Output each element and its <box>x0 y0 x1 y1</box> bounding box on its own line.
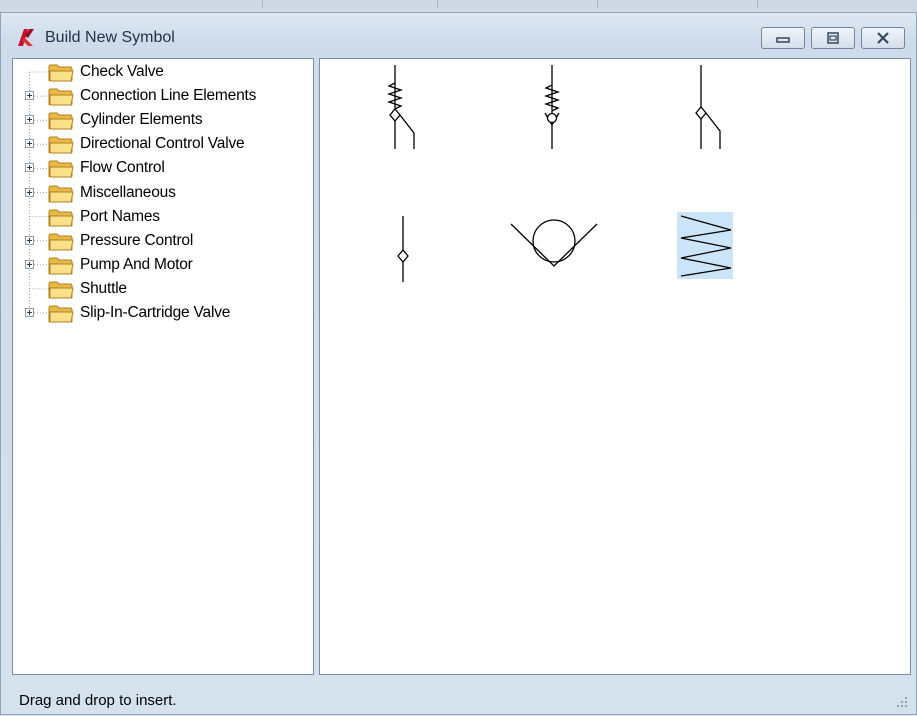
expand-icon[interactable] <box>25 235 34 245</box>
folder-icon <box>48 209 74 227</box>
tree-item[interactable]: Slip-In-Cartridge Valve <box>13 302 313 324</box>
expand-icon[interactable] <box>25 308 34 317</box>
title-bar[interactable]: Build New Symbol <box>1 13 916 55</box>
expand-icon[interactable] <box>25 259 34 269</box>
tree-item-label: Flow Control <box>80 159 165 177</box>
tree-item-label: Port Names <box>80 207 160 225</box>
expand-icon[interactable] <box>25 91 34 101</box>
tree-item[interactable]: Directional Control Valve <box>13 133 313 155</box>
resize-grip-icon[interactable] <box>896 696 908 708</box>
tree-item[interactable]: Shuttle <box>13 278 313 300</box>
maximize-icon <box>827 32 839 44</box>
tree-item-label: Miscellaneous <box>80 183 176 201</box>
check-valve-seat-icon[interactable] <box>507 214 601 276</box>
autodesk-logo-icon <box>18 29 34 46</box>
folder-icon <box>48 281 74 299</box>
tree-item-label: Check Valve <box>80 63 164 80</box>
folder-icon <box>48 88 74 106</box>
tree-item-label: Slip-In-Cartridge Valve <box>80 304 231 321</box>
folder-icon <box>48 160 74 178</box>
tree-item[interactable]: Pump And Motor <box>13 254 313 276</box>
folder-icon <box>48 112 74 130</box>
maximize-button[interactable] <box>811 27 855 49</box>
tree-item-label: Pump And Motor <box>80 255 193 273</box>
tree-item[interactable]: Port Names <box>13 206 313 228</box>
check-valve-with-line-icon[interactable] <box>686 63 730 153</box>
expand-icon[interactable] <box>25 163 34 173</box>
symbol-category-tree[interactable]: Check Valve Connection Line Elements Cylin… <box>12 58 314 675</box>
close-icon <box>877 32 889 44</box>
folder-icon <box>48 305 74 323</box>
tree-item[interactable]: Miscellaneous <box>13 182 313 204</box>
tree-item[interactable]: Cylinder Elements <box>13 109 313 131</box>
spring-check-valve-icon[interactable] <box>537 63 567 153</box>
folder-icon <box>48 233 74 251</box>
status-bar: Drag and drop to insert. <box>1 676 916 716</box>
tree-item[interactable]: Pressure Control <box>13 230 313 252</box>
expand-icon[interactable] <box>25 187 34 197</box>
window-title: Build New Symbol <box>45 29 175 46</box>
build-new-symbol-dialog: Build New Symbol Check Valve Connection L… <box>0 12 917 715</box>
folder-icon <box>48 136 74 154</box>
tree-item[interactable]: Check Valve <box>13 61 313 83</box>
expand-icon[interactable] <box>25 139 34 149</box>
folder-icon <box>48 257 74 275</box>
close-button[interactable] <box>861 27 905 49</box>
minimize-button[interactable] <box>761 27 805 49</box>
spring-symbol-selection[interactable] <box>677 212 733 279</box>
minimize-icon <box>776 37 790 43</box>
spring-check-valve-with-line-icon[interactable] <box>380 63 430 153</box>
spring-icon <box>680 215 732 277</box>
folder-icon <box>48 185 74 202</box>
symbol-gallery[interactable] <box>319 58 911 675</box>
folder-icon <box>48 64 74 82</box>
tree-item[interactable]: Flow Control <box>13 157 313 179</box>
tree-item-label: Cylinder Elements <box>80 111 203 129</box>
tree-item-label: Directional Control Valve <box>80 135 245 153</box>
tree-item[interactable]: Connection Line Elements <box>13 85 313 107</box>
small-check-valve-icon[interactable] <box>388 214 418 284</box>
status-text: Drag and drop to insert. <box>19 692 177 709</box>
tree-item-label: Shuttle <box>80 279 127 297</box>
expand-icon[interactable] <box>25 115 34 125</box>
tree-item-label: Pressure Control <box>80 231 194 249</box>
tree-item-label: Connection Line Elements <box>80 87 257 105</box>
